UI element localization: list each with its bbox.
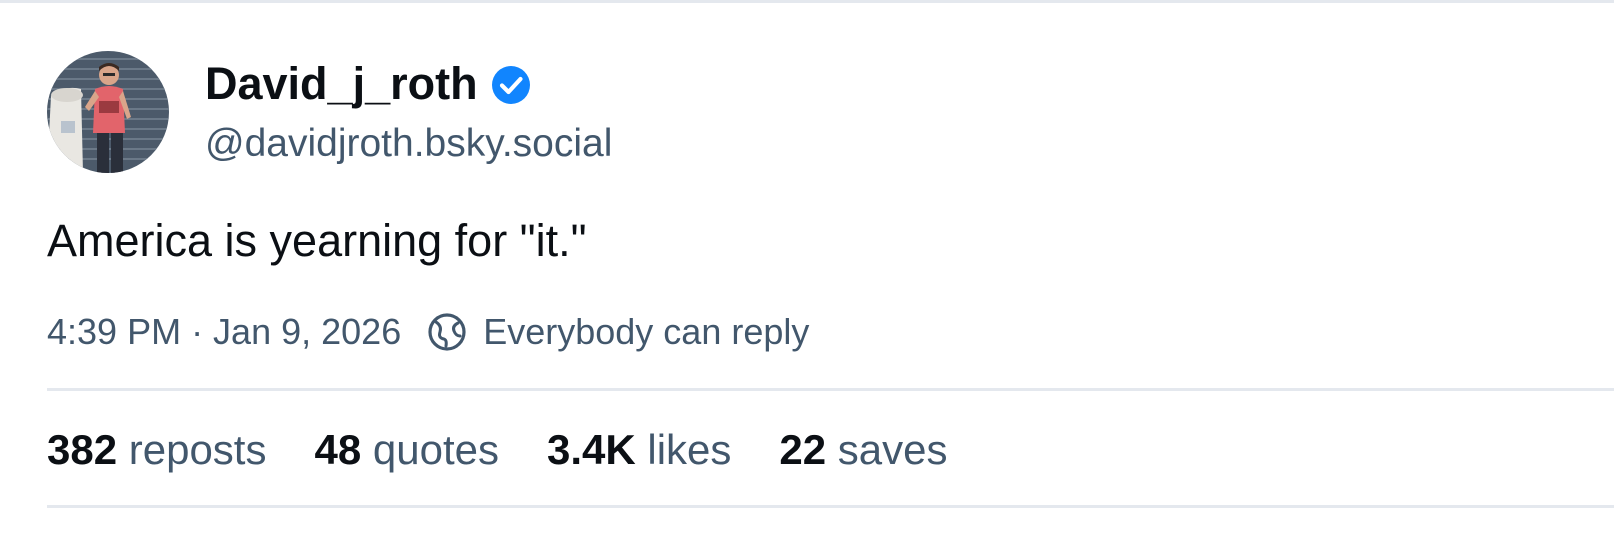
author-display-name-text[interactable]: David_j_roth (205, 58, 478, 110)
author-display-name[interactable]: David_j_roth (205, 58, 531, 110)
likes-count: 3.4K (546, 426, 648, 473)
avatar[interactable] (47, 51, 169, 173)
saves-stat[interactable]: 22 saves (779, 426, 947, 474)
divider (47, 505, 1614, 508)
post-text: America is yearning for "it." (47, 215, 587, 266)
quotes-count: 48 (314, 426, 373, 473)
post-timestamp[interactable]: 4:39 PM · Jan 9, 2026 (47, 311, 401, 353)
post-meta: 4:39 PM · Jan 9, 2026 Everybody can repl… (47, 309, 809, 355)
saves-count: 22 (779, 426, 838, 473)
likes-label: likes (647, 426, 732, 473)
reposts-stat[interactable]: 382 reposts (47, 426, 266, 474)
avatar-photo (47, 51, 169, 173)
saves-label: saves (837, 426, 948, 473)
reposts-count: 382 (47, 426, 129, 473)
quotes-label: quotes (372, 426, 499, 473)
divider (47, 388, 1614, 391)
reposts-label: reposts (128, 426, 267, 473)
reply-setting: Everybody can reply (483, 311, 810, 352)
likes-stat[interactable]: 3.4K likes (547, 426, 731, 474)
author-handle[interactable]: @davidjroth.bsky.social (205, 120, 612, 168)
post-thread-view: David_j_roth @davidjroth.bsky.social Ame… (0, 0, 1614, 542)
quotes-stat[interactable]: 48 quotes (314, 426, 499, 474)
globe-icon (427, 312, 467, 352)
post-stats: 382 reposts 48 quotes 3.4K likes 22 save… (47, 424, 996, 476)
verified-badge-icon[interactable] (491, 64, 531, 104)
top-divider (0, 0, 1614, 3)
